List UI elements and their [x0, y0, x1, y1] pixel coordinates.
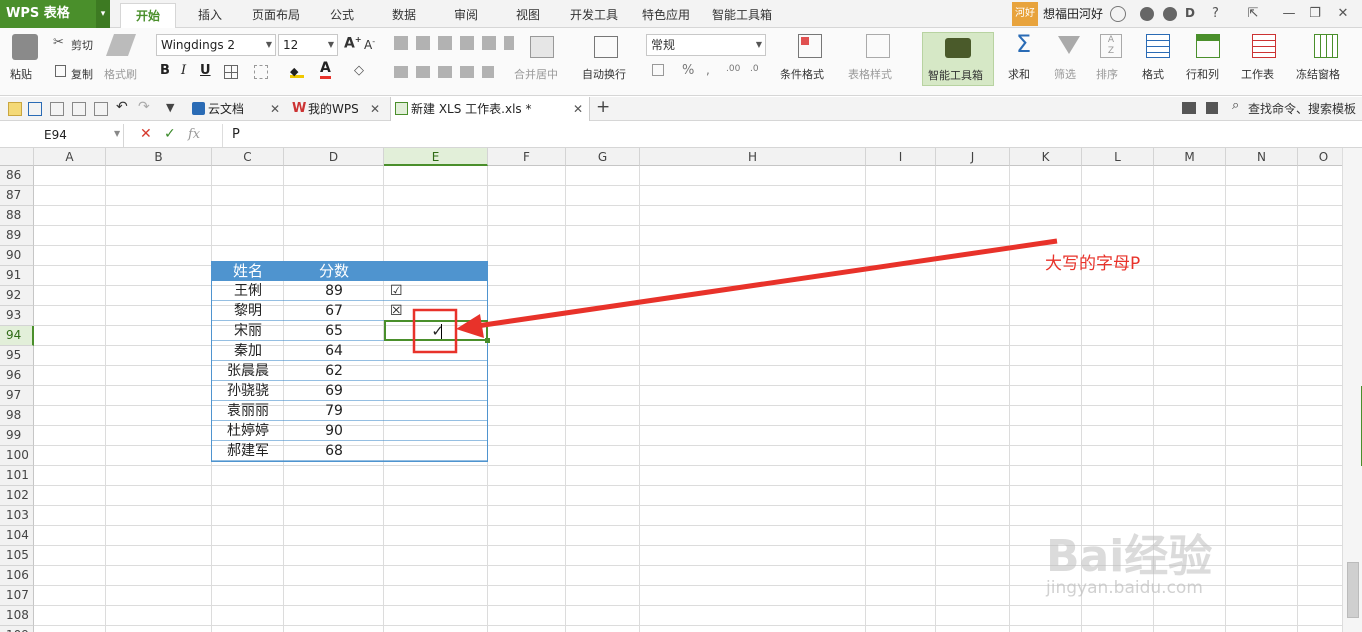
- baidu-watermark-url: jingyan.baidu.com: [1046, 578, 1203, 598]
- annotation-arrow-head: [456, 314, 484, 338]
- highlight-box: [412, 308, 458, 354]
- annotation-label: 大写的字母P: [1045, 254, 1141, 274]
- vertical-scrollbar[interactable]: [1342, 148, 1362, 632]
- scrollbar-thumb[interactable]: [1347, 562, 1359, 618]
- baidu-watermark-logo: Bai经验: [1046, 531, 1213, 582]
- annotation-arrow-shaft: [469, 238, 1058, 330]
